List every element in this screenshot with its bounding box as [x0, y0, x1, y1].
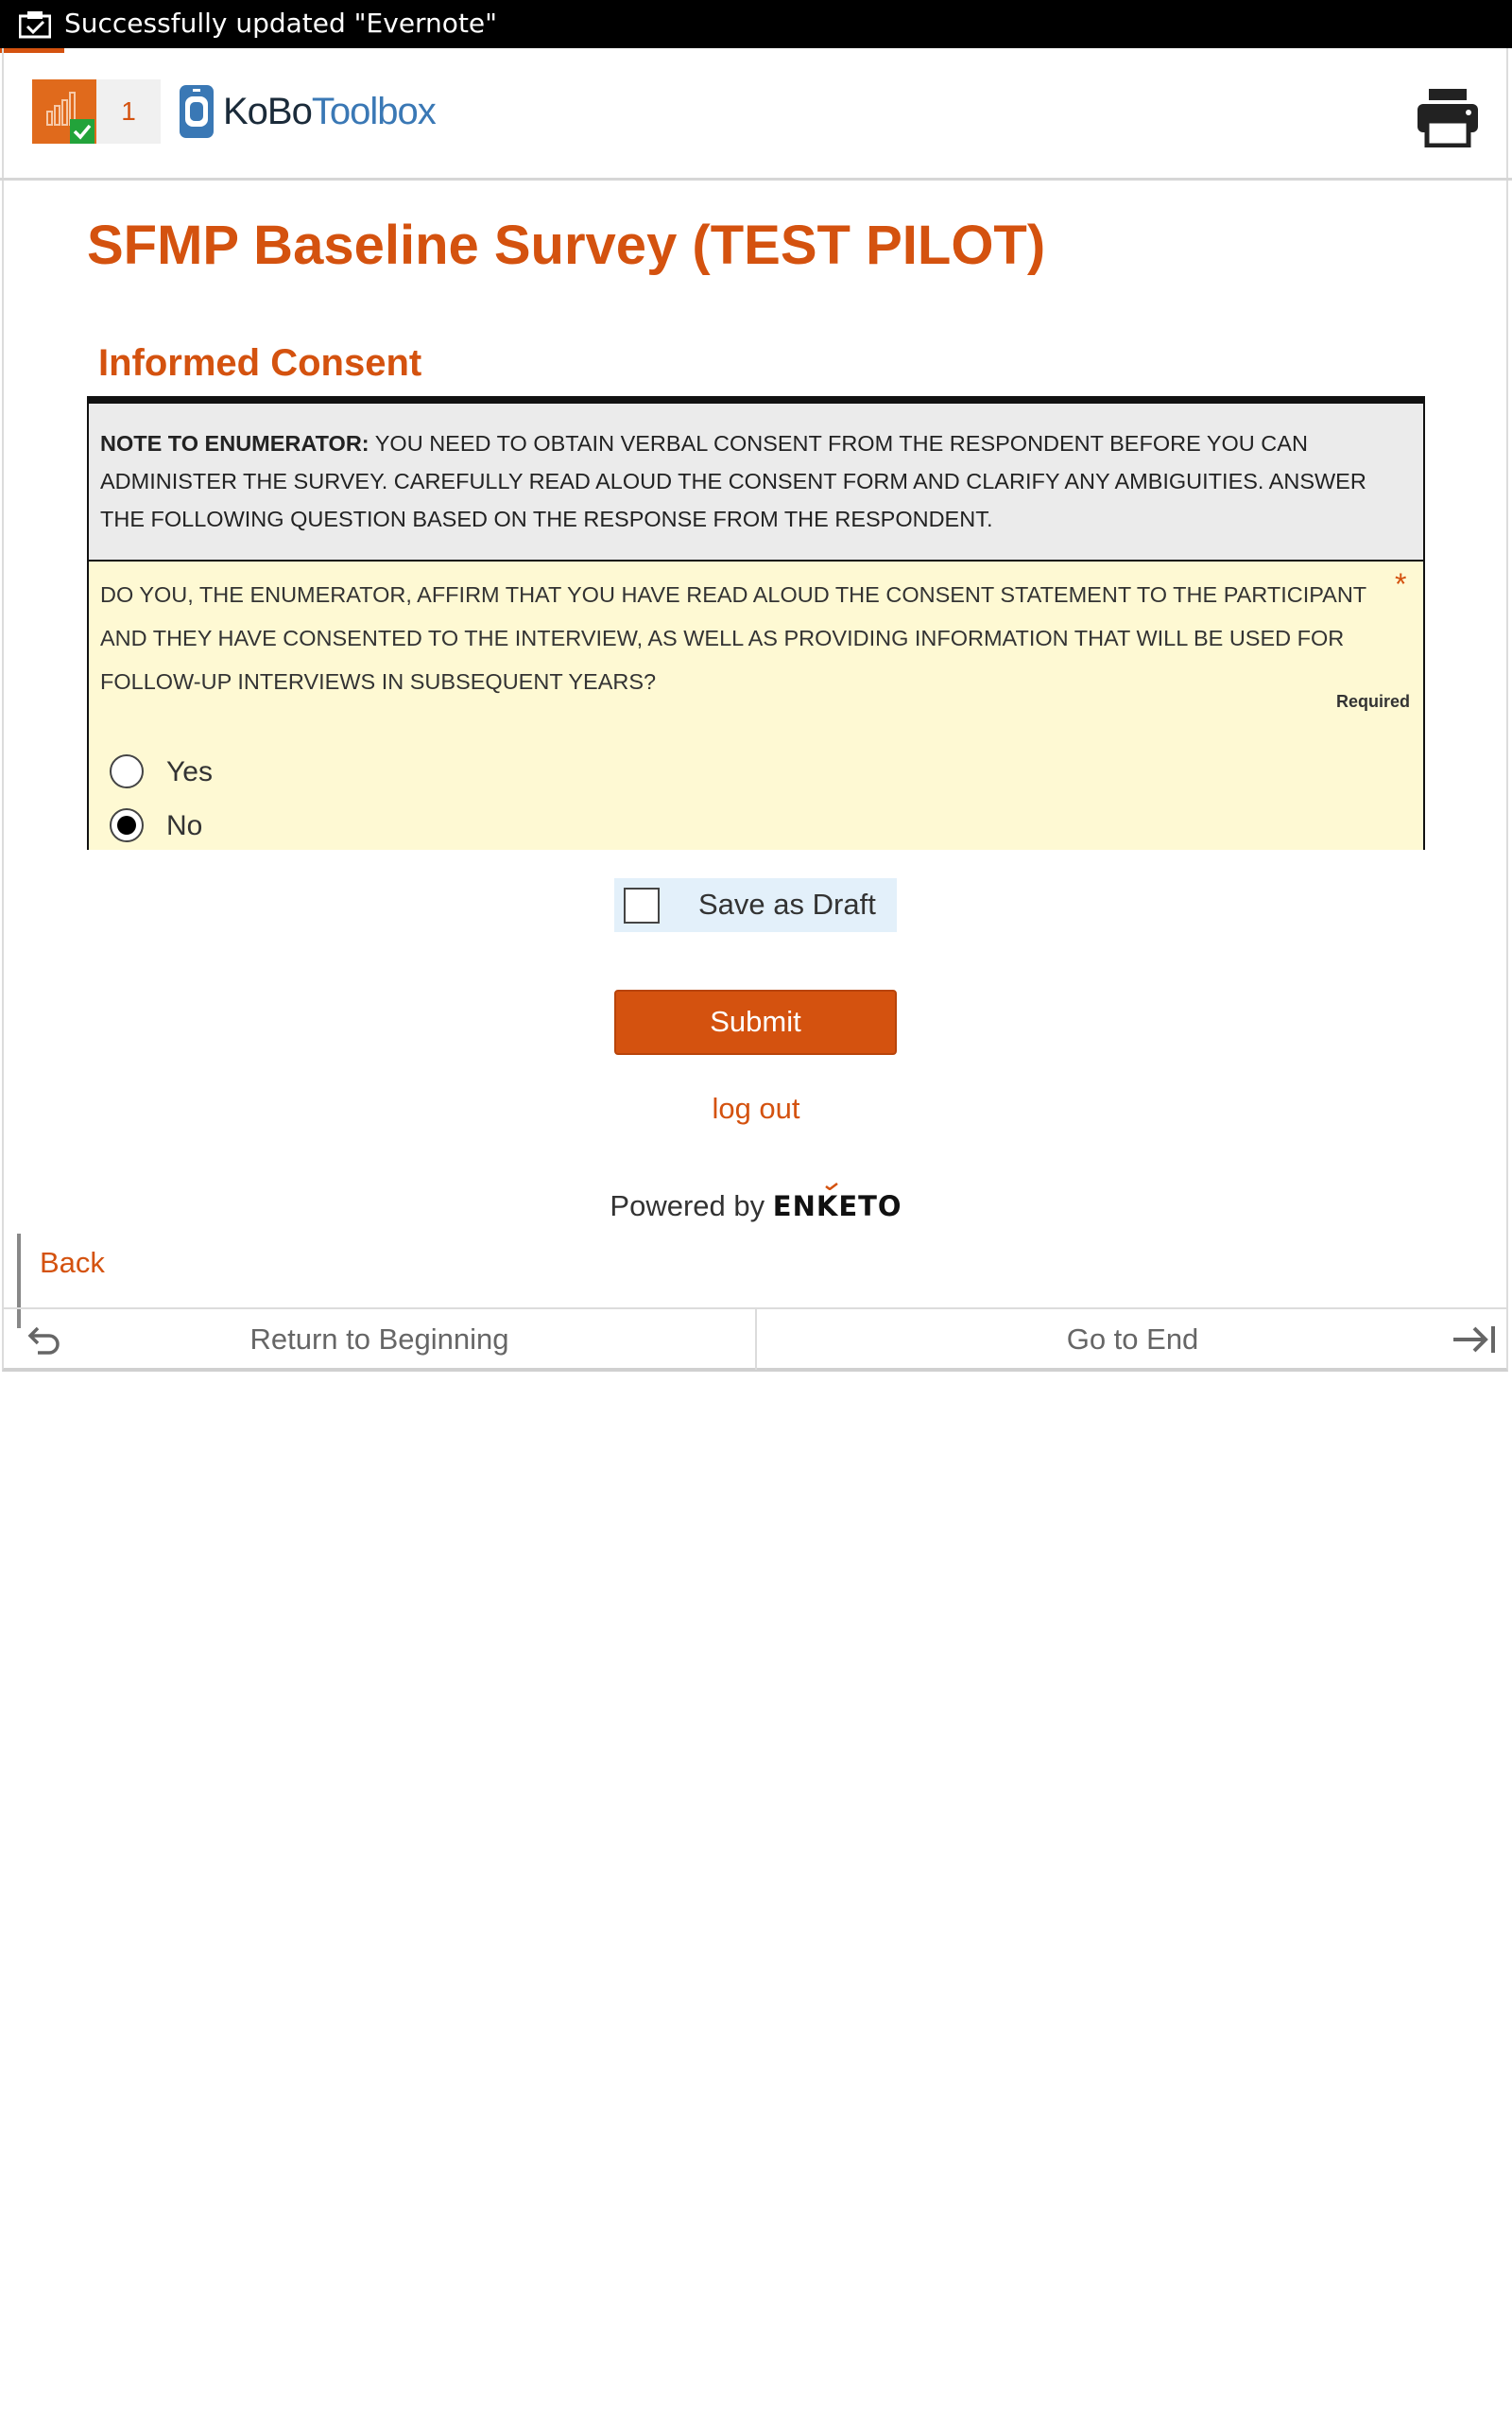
kobo-logo-icon: [180, 85, 214, 138]
enumerator-note: NOTE TO ENUMERATOR: YOU NEED TO OBTAIN V…: [89, 404, 1423, 562]
return-arrow-icon: [27, 1326, 60, 1355]
logout-label[interactable]: log out: [712, 1092, 799, 1125]
go-to-end-arrow-icon: [1453, 1326, 1495, 1353]
enketo-logo: ENKETO: [772, 1183, 902, 1222]
powered-by: Powered by ENKETO: [0, 1183, 1512, 1223]
required-asterisk: *: [1395, 567, 1407, 601]
kobotoolbox-logo: KoBoToolbox: [178, 83, 437, 140]
consent-group: NOTE TO ENUMERATOR: YOU NEED TO OBTAIN V…: [87, 396, 1425, 850]
clipboard-check-icon: [19, 11, 51, 39]
enketo-tick-icon: [825, 1183, 838, 1190]
go-to-end-button[interactable]: Go to End: [757, 1309, 1508, 1370]
option-label: No: [166, 810, 203, 841]
submit-button[interactable]: Submit: [614, 990, 897, 1055]
notification-text: Successfully updated "Evernote": [64, 8, 498, 39]
logo-text-toolbox: Toolbox: [311, 91, 437, 132]
end-label: Go to End: [1066, 1322, 1199, 1356]
queue-count: 1: [121, 96, 136, 126]
return-to-beginning-button[interactable]: Return to Beginning: [4, 1309, 757, 1370]
back-link[interactable]: Back: [40, 1246, 105, 1280]
bottom-navigation: Return to Beginning Go to End: [4, 1307, 1508, 1370]
radio-no[interactable]: [110, 808, 144, 842]
option-label: Yes: [166, 756, 213, 787]
note-prefix: NOTE TO ENUMERATOR:: [100, 431, 369, 456]
required-label: Required: [1335, 692, 1410, 711]
enketo-brand: ENKETO: [772, 1190, 902, 1222]
consent-question: DO YOU, THE ENUMERATOR, AFFIRM THAT YOU …: [89, 562, 1423, 850]
group-title: Informed Consent: [98, 342, 422, 384]
form-header: 1 KoBoToolbox: [0, 48, 1512, 181]
question-label: DO YOU, THE ENUMERATOR, AFFIRM THAT YOU …: [100, 582, 1366, 694]
printer-icon[interactable]: [1416, 87, 1480, 147]
radio-yes[interactable]: [110, 754, 144, 788]
return-label: Return to Beginning: [249, 1322, 509, 1356]
form-title: SFMP Baseline Survey (TEST PILOT): [87, 215, 1046, 276]
queue-signal-icon: [32, 79, 96, 144]
logo-text-kobo: KoBo: [223, 91, 313, 132]
save-as-draft-toggle[interactable]: Save as Draft: [614, 878, 897, 932]
logout-link[interactable]: log out: [0, 1092, 1512, 1126]
status-bar: Successfully updated "Evernote": [0, 0, 1512, 53]
save-as-draft-checkbox[interactable]: [624, 888, 660, 924]
powered-by-text: Powered by: [610, 1189, 765, 1222]
submission-queue[interactable]: 1: [32, 79, 161, 144]
save-as-draft-label: Save as Draft: [698, 888, 876, 921]
